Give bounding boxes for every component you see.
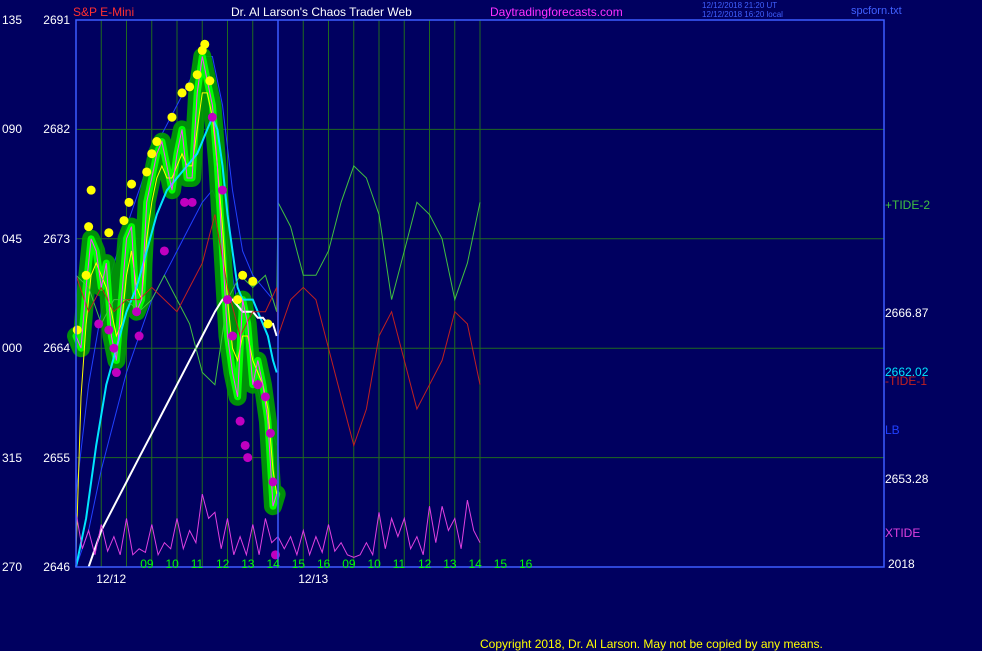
copyright-footer: Copyright 2018, Dr. Al Larson. May not b… xyxy=(480,637,823,651)
series-value-label: LB xyxy=(885,422,900,437)
y-tick-label-left: 135 xyxy=(2,13,23,27)
high-marker xyxy=(147,149,157,159)
high-marker xyxy=(84,222,94,232)
low-marker xyxy=(265,428,275,438)
y-tick-label-left: 270 xyxy=(2,560,23,574)
x-tick-label: 14 xyxy=(266,557,280,571)
low-marker xyxy=(159,246,169,256)
chart-canvas xyxy=(67,19,885,568)
y-tick-label-right: 2646 xyxy=(43,560,70,574)
series-value-label: 2666.87 xyxy=(885,306,929,321)
high-marker xyxy=(233,295,243,305)
series-value-label: -TIDE-1 xyxy=(885,374,927,389)
low-marker xyxy=(104,325,114,335)
low-marker xyxy=(132,307,142,317)
data-filename: spcforn.txt xyxy=(851,5,902,17)
x-tick-label: 12 xyxy=(418,557,432,571)
timestamp-utc: 12/12/2018 21:20 UT xyxy=(702,1,778,10)
low-marker xyxy=(240,440,250,450)
x-date-label: 12/13 xyxy=(298,572,329,586)
x-tick-label: 12 xyxy=(216,557,230,571)
x-tick-label: 13 xyxy=(241,557,255,571)
low-marker xyxy=(223,295,232,305)
low-marker xyxy=(268,477,278,487)
site-link[interactable]: Daytradingforecasts.com xyxy=(490,6,623,18)
high-marker xyxy=(263,319,273,329)
series-value-label: XTIDE xyxy=(885,525,921,540)
series-value-label: 2653.28 xyxy=(885,471,929,486)
low-marker xyxy=(187,197,197,207)
x-tick-label: 16 xyxy=(317,557,331,571)
low-marker xyxy=(260,392,270,402)
x-tick-label: 10 xyxy=(367,557,381,571)
x-tick-label: 13 xyxy=(443,557,457,571)
y-tick-label-left: 090 xyxy=(2,122,23,137)
y-tick-label-right: 2655 xyxy=(43,450,70,465)
low-marker xyxy=(253,380,263,390)
high-marker xyxy=(238,270,248,280)
low-marker xyxy=(111,368,121,378)
x-tick-label: 10 xyxy=(165,557,179,571)
high-marker xyxy=(72,325,82,335)
high-marker xyxy=(142,167,152,177)
low-marker xyxy=(109,343,119,353)
x-tick-label: 11 xyxy=(392,557,406,571)
high-marker xyxy=(119,216,129,226)
low-marker xyxy=(228,331,238,341)
high-marker xyxy=(192,70,202,80)
high-marker xyxy=(152,137,162,147)
y-tick-label-left: 000 xyxy=(2,341,23,356)
high-marker xyxy=(205,76,215,86)
high-marker xyxy=(104,228,114,238)
y-tick-label-right: 2682 xyxy=(43,122,70,137)
y-tick-label-right: 2691 xyxy=(43,13,70,27)
high-marker xyxy=(248,276,258,286)
high-marker xyxy=(127,179,137,189)
low-marker xyxy=(235,416,245,426)
x-tick-label: 15 xyxy=(291,557,306,571)
x-year-label: 2018 xyxy=(888,557,915,571)
symbol-title: S&P E-Mini xyxy=(73,5,135,19)
y-tick-label-left: 045 xyxy=(2,231,23,246)
low-marker xyxy=(243,453,253,463)
app-title: Dr. Al Larson's Chaos Trader Web xyxy=(231,5,412,19)
low-marker xyxy=(134,331,144,341)
x-tick-label: 09 xyxy=(140,557,154,571)
high-marker xyxy=(185,82,195,92)
x-tick-label: 09 xyxy=(342,557,356,571)
series-value-label: +TIDE-2 xyxy=(885,197,931,212)
high-marker xyxy=(167,112,177,122)
low-marker xyxy=(94,319,104,329)
low-marker xyxy=(207,112,217,122)
y-tick-label-left: 315 xyxy=(2,450,23,465)
high-marker xyxy=(124,197,134,207)
x-tick-label: 14 xyxy=(468,557,482,571)
x-tick-label: 16 xyxy=(519,557,533,571)
y-tick-label-right: 2664 xyxy=(43,341,70,356)
timestamp-local: 12/12/2018 16:20 local xyxy=(702,10,783,19)
high-marker xyxy=(81,270,91,280)
high-marker xyxy=(177,88,187,98)
high-marker xyxy=(200,39,210,49)
low-marker xyxy=(217,185,227,195)
x-date-label: 12/12 xyxy=(96,572,127,586)
x-tick-label: 11 xyxy=(190,557,204,571)
high-marker xyxy=(86,185,96,195)
x-tick-label: 15 xyxy=(493,557,508,571)
y-tick-label-right: 2673 xyxy=(43,231,70,246)
